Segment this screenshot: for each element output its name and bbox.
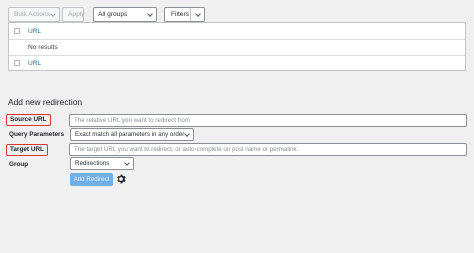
add-redirect-label: Add Redirect [73, 176, 110, 183]
source-url-input[interactable]: The relative URL you want to redirect fr… [69, 114, 467, 127]
query-parameters-select[interactable]: Exact match all parameters in any order [70, 128, 194, 141]
query-parameters-value: Exact match all parameters in any order [75, 131, 185, 138]
source-url-label: Source URL [6, 114, 51, 126]
group-value: Redirections [75, 160, 110, 167]
chevron-down-icon [184, 131, 190, 137]
chevron-down-icon [124, 160, 130, 166]
filters-label: Filters [171, 11, 189, 18]
groups-filter-select[interactable]: All groups [93, 7, 157, 22]
target-url-input[interactable]: The target URL you want to redirect, or … [69, 143, 467, 156]
apply-button[interactable]: Apply [62, 7, 85, 22]
target-url-label: Target URL [6, 144, 48, 156]
groups-filter-value: All groups [98, 11, 128, 18]
filters-divider [190, 8, 191, 21]
no-results-message: No results [28, 44, 58, 51]
chevron-down-icon [50, 11, 56, 17]
group-select[interactable]: Redirections [70, 157, 134, 170]
query-parameters-label: Query Parameters [9, 131, 65, 138]
bulk-actions-select[interactable]: Bulk Actions [8, 7, 60, 22]
select-all-checkbox[interactable] [14, 28, 20, 34]
filters-button[interactable]: Filters [164, 7, 205, 22]
url-column-footer[interactable]: URL [28, 56, 41, 71]
add-redirection-heading: Add new redirection [8, 97, 83, 107]
table-header-row: URL [9, 24, 465, 40]
bulk-actions-label: Bulk Actions [14, 11, 50, 18]
select-all-checkbox-footer[interactable] [14, 60, 20, 66]
apply-label: Apply [68, 11, 85, 18]
add-redirect-button[interactable]: Add Redirect [70, 173, 113, 186]
gear-icon[interactable] [116, 174, 126, 184]
url-column-header[interactable]: URL [28, 24, 41, 39]
chevron-down-icon [147, 11, 153, 17]
redirects-table: URL No results URL [8, 22, 466, 71]
group-label: Group [9, 161, 29, 168]
table-footer-row: URL [9, 56, 465, 71]
chevron-down-icon [195, 11, 201, 17]
table-empty-row: No results [9, 40, 465, 56]
